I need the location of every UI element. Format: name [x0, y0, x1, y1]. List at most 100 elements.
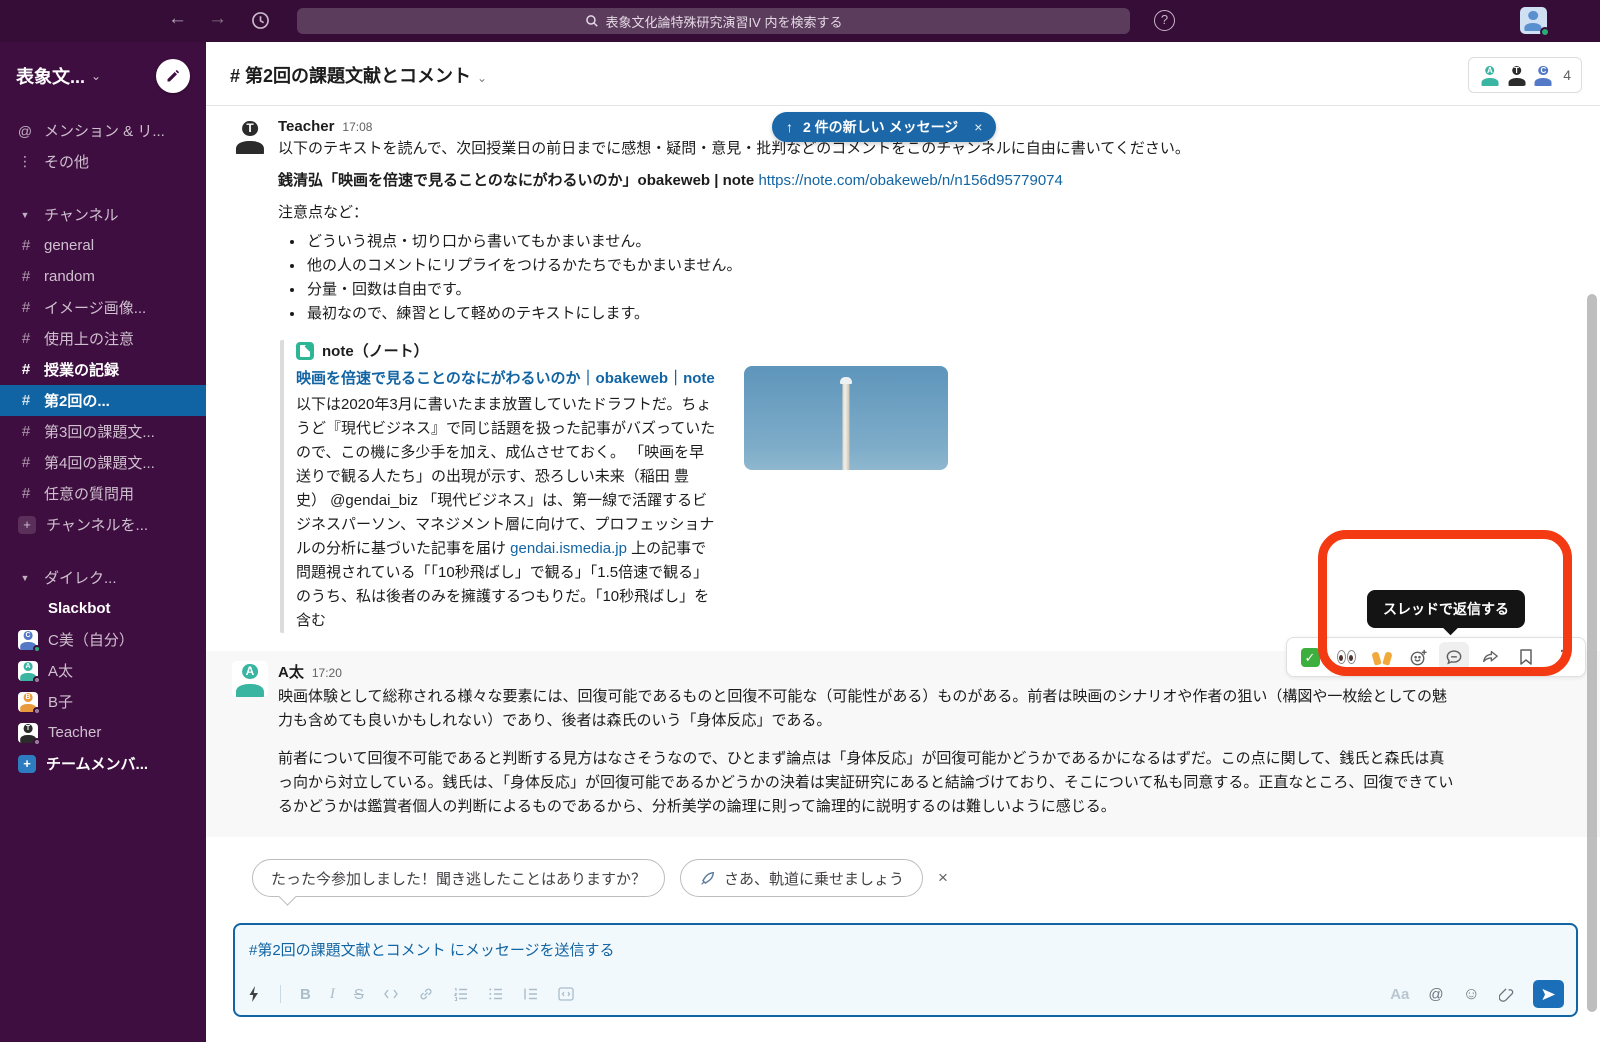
message-teacher: T Teacher 17:08 以下のテキストを読んで、次回授業日の前日までに感… — [206, 106, 1600, 633]
ordered-list-button[interactable] — [453, 987, 469, 1001]
text-format-toggle[interactable]: Aa — [1390, 986, 1409, 1003]
timestamp[interactable]: 17:08 — [342, 120, 372, 134]
suggestion-pill-2[interactable]: さあ、軌道に乗せましょう — [680, 859, 923, 897]
card-description: 以下は2020年3月に書いたまま放置していたドラフトだ。ちょうど『現代ビジネス』… — [296, 393, 718, 633]
shortcuts-lightning-icon[interactable] — [247, 986, 261, 1002]
sidebar-channel-class-records[interactable]: # 授業の記録 — [0, 354, 206, 385]
bullet-item: 他の人のコメントにリプライをつけるかたちでもかまいません。 — [305, 254, 1378, 278]
sidebar-channel-session2-selected[interactable]: # 第2回の... — [0, 385, 206, 416]
more-actions-button[interactable]: ⋮ — [1547, 642, 1577, 672]
link-button[interactable] — [418, 986, 434, 1002]
main-area: # 第2回の課題文献とコメント⌄ A T C 4 ↑ 2 件の新しい メッセージ… — [206, 42, 1600, 1042]
sidebar-dm-slackbot[interactable]: Slackbot — [0, 593, 206, 624]
reaction-check-mark[interactable]: ✓ — [1295, 642, 1325, 672]
sidebar-channel-usage-notes[interactable]: # 使用上の注意 — [0, 323, 206, 354]
emoji-picker-button[interactable]: ☺ — [1463, 984, 1480, 1004]
card-title-link[interactable]: 映画を倍速で見ることのなにがわるいのか｜obakeweb｜note — [296, 366, 718, 391]
section-label: チャンネル — [44, 204, 119, 225]
send-button[interactable] — [1533, 980, 1564, 1008]
banner-close-icon[interactable]: × — [974, 119, 982, 135]
bullet-list-button[interactable] — [488, 987, 504, 1001]
attach-file-button[interactable] — [1499, 986, 1514, 1003]
hash-icon: # — [18, 237, 34, 254]
dm-section-header[interactable]: ▼ ダイレク... — [0, 562, 206, 593]
sidebar-channel-questions[interactable]: # 任意の質問用 — [0, 478, 206, 509]
author-name[interactable]: Teacher — [278, 118, 334, 135]
author-name[interactable]: A太 — [278, 661, 304, 682]
notes-label: 注意点など： — [278, 202, 1580, 224]
sidebar-item-more[interactable]: ⋮ その他 — [0, 146, 206, 177]
blockquote-button[interactable] — [523, 987, 539, 1001]
reaction-raised-hands[interactable] — [1367, 642, 1397, 672]
card-inline-link[interactable]: gendai.ismedia.jp — [510, 540, 627, 557]
member-count: 4 — [1563, 67, 1571, 83]
history-forward-icon[interactable]: → — [208, 8, 227, 30]
sidebar-add-channel[interactable]: + チャンネルを... — [0, 509, 206, 540]
caret-down-icon: ▼ — [16, 210, 34, 220]
hash-icon: # — [18, 330, 34, 347]
hash-icon: # — [18, 361, 34, 378]
plus-icon: + — [18, 755, 36, 773]
sidebar-channel-random[interactable]: # random — [0, 261, 206, 292]
member-avatar: C — [1532, 64, 1554, 86]
add-channel-label: チャンネルを... — [46, 514, 148, 535]
presence-offline-dot — [33, 738, 41, 746]
code-block-button[interactable] — [558, 987, 574, 1001]
new-messages-banner[interactable]: ↑ 2 件の新しい メッセージ × — [772, 112, 996, 142]
bold-button[interactable]: B — [300, 987, 311, 1002]
message-composer[interactable]: #第2回の課題文献とコメント にメッセージを送信する B I S — [233, 923, 1578, 1017]
hash-icon: # — [18, 454, 34, 471]
sidebar-dm-self[interactable]: C C美（自分） — [0, 624, 206, 655]
add-teammates-label: チームメンバ... — [46, 753, 148, 774]
sidebar-channel-general[interactable]: # general — [0, 230, 206, 261]
sidebar-channel-session3[interactable]: # 第3回の課題文... — [0, 416, 206, 447]
reaction-eyes[interactable] — [1331, 642, 1361, 672]
channel-label: random — [44, 268, 95, 285]
history-back-icon[interactable]: ← — [168, 8, 187, 30]
scrollbar-thumb[interactable] — [1587, 294, 1597, 1012]
sidebar-dm-teacher[interactable]: T Teacher — [0, 717, 206, 748]
add-reaction-button[interactable] — [1403, 642, 1433, 672]
channel-members-button[interactable]: A T C 4 — [1468, 57, 1582, 93]
suggestion-pill-text: たった今参加しました！聞き逃したことはありますか？ — [271, 868, 646, 889]
sidebar-dm-b-ko[interactable]: B B子 — [0, 686, 206, 717]
sidebar-channel-session4[interactable]: # 第4回の課題文... — [0, 447, 206, 478]
dm-label: A太 — [48, 660, 73, 681]
share-message-button[interactable] — [1475, 642, 1505, 672]
history-clock-icon[interactable] — [250, 10, 271, 31]
message-avatar[interactable]: A — [232, 661, 268, 819]
pills-close-icon[interactable]: × — [938, 868, 948, 888]
user-avatar[interactable] — [1520, 7, 1547, 34]
strikethrough-button[interactable]: S — [354, 987, 364, 1002]
plus-icon: + — [18, 516, 36, 534]
card-description-text: 以下は2020年3月に書いたまま放置していたドラフトだ。ちょうど『現代ビジネス』… — [296, 396, 715, 557]
mention-button[interactable]: @ — [1428, 986, 1443, 1003]
sidebar-add-teammates[interactable]: + チームメンバ... — [0, 748, 206, 779]
sidebar-channel-images[interactable]: # イメージ画像... — [0, 292, 206, 323]
save-message-button[interactable] — [1511, 642, 1541, 672]
channel-title[interactable]: # 第2回の課題文献とコメント⌄ — [230, 62, 487, 88]
reference-url-link[interactable]: https://note.com/obakeweb/n/n156d9577907… — [758, 172, 1062, 189]
sidebar-item-mentions[interactable]: @ メンション & リ... — [0, 115, 206, 146]
card-thumbnail-image[interactable] — [744, 366, 948, 470]
rocket-icon — [699, 870, 716, 887]
suggestion-pill-1[interactable]: たった今参加しました！聞き逃したことはありますか？ — [252, 859, 665, 897]
channels-section-header[interactable]: ▼ チャンネル — [0, 199, 206, 230]
dm-label: B子 — [48, 691, 73, 712]
hash-icon: # — [18, 485, 34, 502]
more-vert-icon: ⋮ — [1554, 647, 1571, 667]
code-button[interactable] — [383, 987, 399, 1001]
workspace-header[interactable]: 表象文... ⌄ — [0, 42, 206, 103]
message-avatar[interactable]: T — [232, 118, 268, 633]
at-icon: @ — [16, 123, 34, 139]
search-bar[interactable]: 表象文化論特殊研究演習IV 内を検索する — [297, 8, 1130, 34]
timestamp[interactable]: 17:20 — [312, 666, 342, 680]
sidebar-dm-a-ta[interactable]: A A太 — [0, 655, 206, 686]
sidebar-item-label: その他 — [44, 151, 89, 172]
new-message-button[interactable] — [156, 59, 190, 93]
reply-in-thread-button[interactable] — [1439, 642, 1469, 672]
help-icon[interactable]: ? — [1154, 10, 1175, 31]
italic-button[interactable]: I — [330, 987, 335, 1002]
message-list: T Teacher 17:08 以下のテキストを読んで、次回授業日の前日までに感… — [206, 106, 1600, 1017]
channel-label: 第3回の課題文... — [44, 421, 155, 442]
